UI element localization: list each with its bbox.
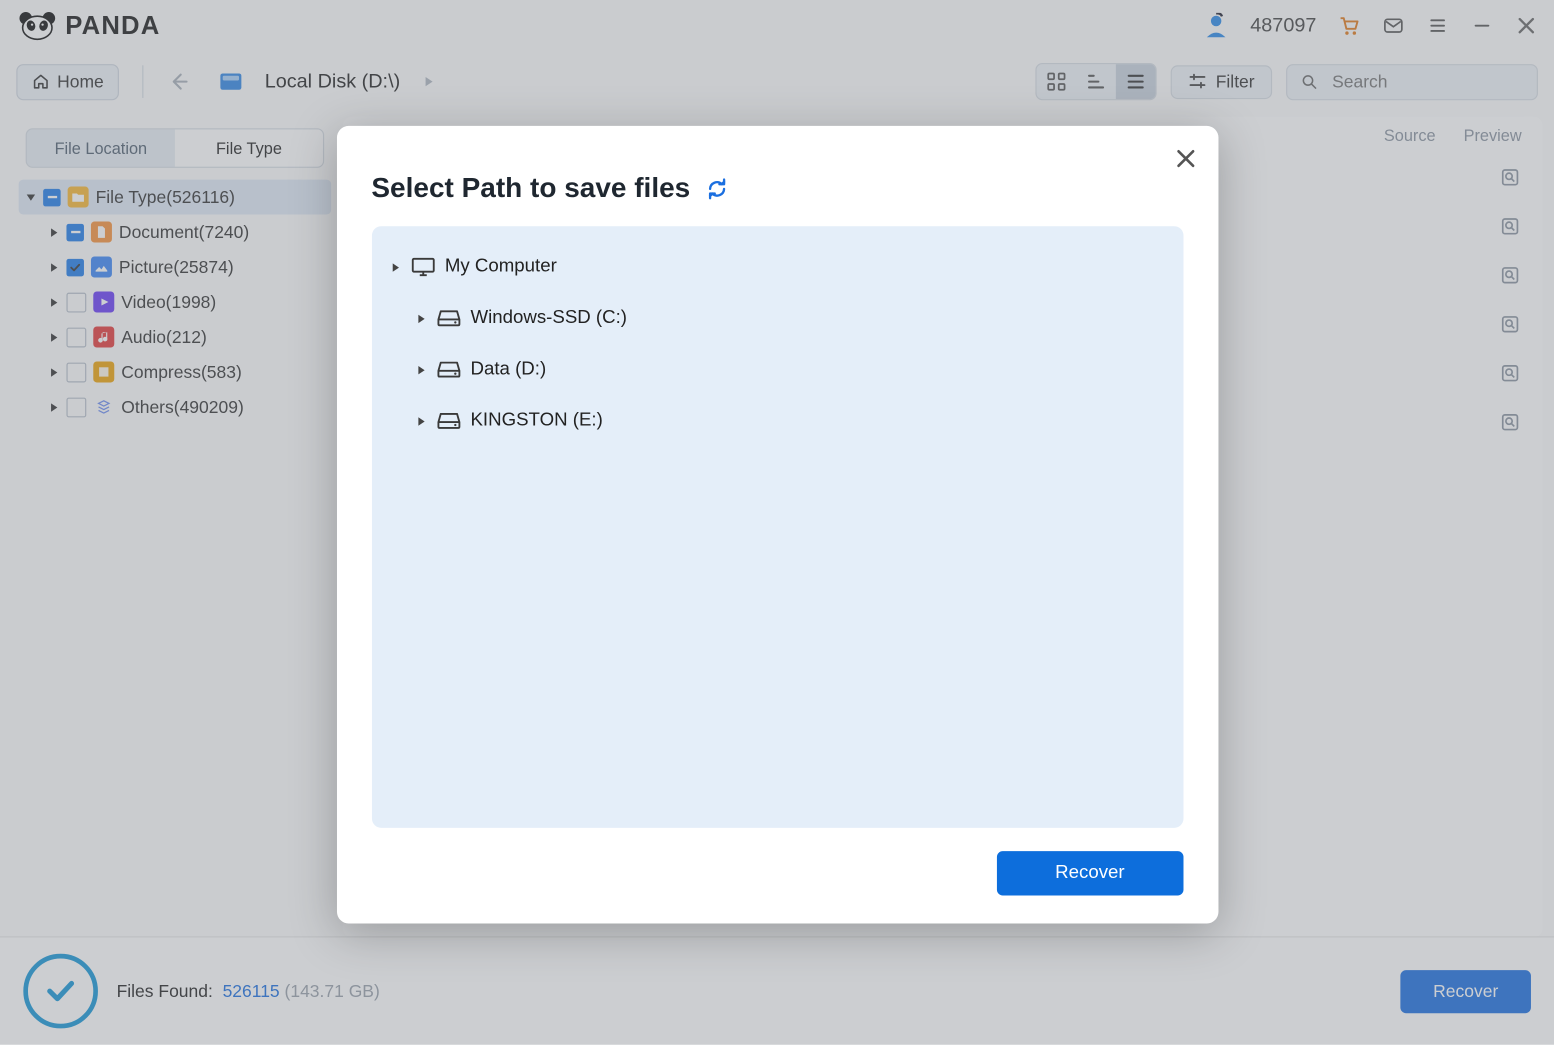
path-label: My Computer: [445, 257, 557, 278]
refresh-button[interactable]: [704, 176, 730, 202]
chevron-right-icon: [416, 416, 426, 426]
modal-recover-button[interactable]: Recover: [997, 851, 1183, 895]
path-label: Windows-SSD (C:): [470, 308, 627, 329]
path-drive-d[interactable]: Data (D:): [413, 352, 1166, 387]
path-root-computer[interactable]: My Computer: [388, 250, 1167, 285]
computer-icon: [410, 257, 436, 278]
modal-title: Select Path to save files: [371, 173, 690, 206]
hdd-icon: [436, 309, 462, 328]
path-drive-e[interactable]: KINGSTON (E:): [413, 403, 1166, 438]
path-label: Data (D:): [470, 359, 546, 380]
modal-footer: Recover: [371, 851, 1183, 895]
modal-title-row: Select Path to save files: [371, 173, 1183, 206]
chevron-right-icon: [416, 313, 426, 323]
hdd-icon: [436, 412, 462, 431]
chevron-right-icon: [416, 364, 426, 374]
close-button[interactable]: [1174, 147, 1197, 170]
path-tree: My Computer Windows-SSD (C:) Data (D:) K…: [371, 226, 1183, 828]
path-label: KINGSTON (E:): [470, 410, 602, 431]
chevron-right-icon: [390, 262, 400, 272]
path-drive-c[interactable]: Windows-SSD (C:): [413, 301, 1166, 336]
save-path-modal: Select Path to save files My Computer Wi…: [336, 126, 1217, 924]
hdd-icon: [436, 360, 462, 379]
